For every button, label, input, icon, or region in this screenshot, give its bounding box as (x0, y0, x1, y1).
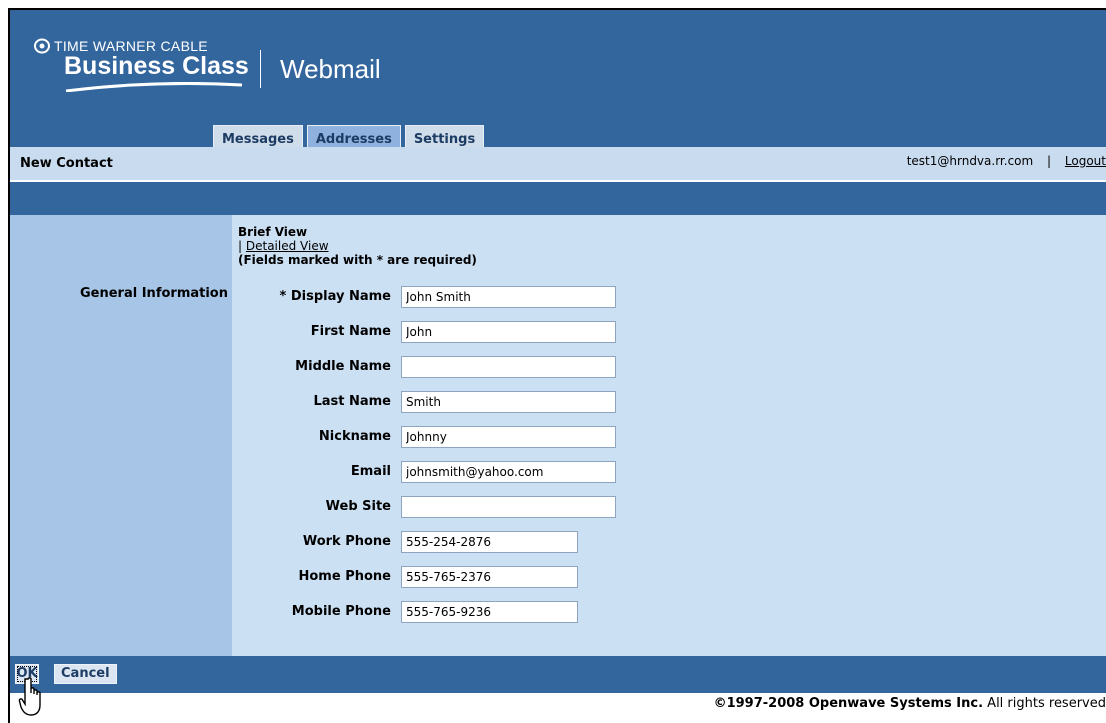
brand-swoosh (65, 81, 243, 93)
action-bar: OK Cancel (10, 656, 1106, 693)
sub-header: New Contact test1@hrndva.rr.com | Logout (10, 147, 1106, 182)
hand-cursor-icon (18, 677, 41, 716)
detailed-view-link[interactable]: Detailed View (246, 239, 329, 253)
brand-logo: TIME WARNER CABLE Business Class (34, 38, 249, 96)
email-label: Email (350, 464, 391, 479)
section-label: General Information (80, 286, 228, 301)
email-field[interactable] (401, 461, 616, 483)
copyright-owner: ©1997-2008 Openwave Systems Inc. (713, 696, 984, 711)
middle-name-field[interactable] (401, 356, 616, 378)
work-phone-field[interactable] (401, 531, 578, 553)
toolbar-band (10, 182, 1106, 215)
brand-main-text: Business Class (64, 52, 249, 80)
display-name-label: * Display Name (279, 289, 391, 304)
app-title: Webmail (280, 54, 381, 84)
brief-view-label: Brief View (238, 225, 308, 239)
last-name-field[interactable] (401, 391, 616, 413)
web-site-label: Web Site (325, 499, 391, 514)
mobile-phone-field[interactable] (401, 601, 578, 623)
home-phone-label: Home Phone (298, 569, 392, 584)
header-divider (260, 50, 261, 88)
user-separator: | (1047, 154, 1052, 168)
user-info: test1@hrndva.rr.com | Logout (907, 154, 1106, 168)
logout-link[interactable]: Logout (1065, 154, 1106, 168)
form-area: General Information Brief View | Detaile… (10, 215, 1106, 656)
home-phone-field[interactable] (401, 566, 578, 588)
web-site-field[interactable] (401, 496, 616, 518)
nickname-label: Nickname (318, 429, 391, 444)
first-name-field[interactable] (401, 321, 616, 343)
page-title: New Contact (20, 156, 113, 171)
view-switcher: Brief View | Detailed View (Fields marke… (238, 225, 477, 267)
required-note: (Fields marked with * are required) (238, 253, 477, 267)
work-phone-label: Work Phone (302, 534, 391, 549)
section-column: General Information (10, 215, 232, 656)
display-name-field[interactable] (401, 286, 616, 308)
middle-name-label: Middle Name (295, 359, 391, 374)
cancel-button[interactable]: Cancel (54, 664, 117, 684)
mobile-phone-label: Mobile Phone (291, 604, 391, 619)
nickname-field[interactable] (401, 426, 616, 448)
first-name-label: First Name (310, 324, 391, 339)
copyright: ©1997-2008 Openwave Systems Inc. All rig… (714, 696, 1106, 711)
copyright-rights: All rights reserved (983, 696, 1106, 711)
view-separator: | (238, 239, 243, 253)
eye-logo-icon (34, 38, 50, 54)
app-header: TIME WARNER CABLE Business Class Webmail… (10, 10, 1106, 155)
user-email: test1@hrndva.rr.com (906, 154, 1034, 168)
last-name-label: Last Name (313, 394, 391, 409)
